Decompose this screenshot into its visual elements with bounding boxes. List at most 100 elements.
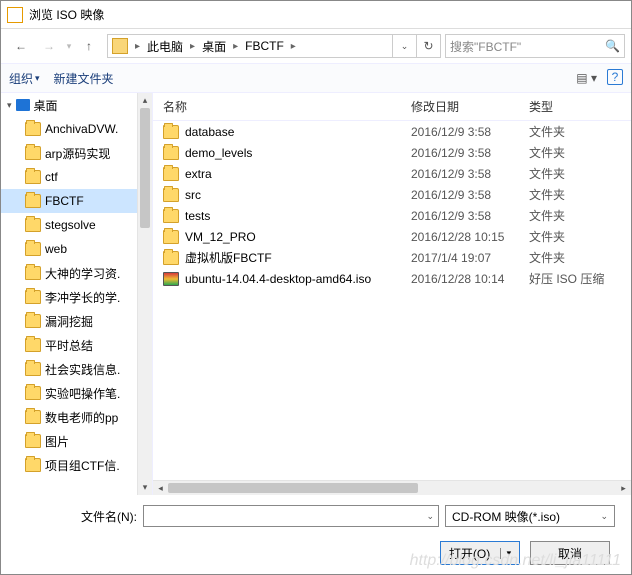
tree-item[interactable]: web	[1, 237, 152, 261]
breadcrumb-item[interactable]: FBCTF	[241, 35, 288, 57]
open-button[interactable]: 打开(O) ▾	[440, 541, 520, 565]
scroll-left-icon[interactable]: ◂	[153, 481, 168, 495]
folder-icon	[25, 194, 41, 208]
folder-icon	[25, 386, 41, 400]
file-row[interactable]: VM_12_PRO2016/12/28 10:15文件夹	[153, 226, 631, 247]
breadcrumb[interactable]: ▸ 此电脑 ▸ 桌面 ▸ FBCTF ▸ ⌄ ↻	[107, 34, 441, 58]
search-input[interactable]: 搜索"FBCTF" 🔍	[445, 34, 625, 58]
new-folder-button[interactable]: 新建文件夹	[54, 70, 114, 87]
dropdown-icon[interactable]: ⌄	[392, 34, 416, 58]
view-button[interactable]: ▤ ▾	[572, 69, 601, 87]
back-button[interactable]: ←	[7, 32, 35, 60]
scrollbar-thumb[interactable]	[140, 108, 150, 228]
desktop-icon	[16, 99, 30, 111]
nav-row: ← → ▾ ↑ ▸ 此电脑 ▸ 桌面 ▸ FBCTF ▸ ⌄ ↻ 搜索"FBCT…	[1, 29, 631, 63]
filename-input[interactable]: ⌄	[143, 505, 439, 527]
chevron-right-icon[interactable]: ▸	[132, 41, 143, 52]
forward-button[interactable]: →	[35, 32, 63, 60]
scrollbar-thumb[interactable]	[168, 483, 418, 493]
tree-item[interactable]: 实验吧操作笔.	[1, 381, 152, 405]
tree-item[interactable]: 项目组CTF信.	[1, 453, 152, 477]
folder-icon	[25, 314, 41, 328]
folder-icon	[25, 458, 41, 472]
organize-menu[interactable]: 组织 ▾	[9, 70, 40, 87]
scroll-right-icon[interactable]: ▸	[616, 481, 631, 495]
search-icon: 🔍	[605, 39, 620, 53]
folder-icon	[163, 167, 179, 181]
folder-icon	[163, 230, 179, 244]
file-row[interactable]: demo_levels2016/12/9 3:58文件夹	[153, 142, 631, 163]
help-button[interactable]: ?	[607, 69, 623, 85]
toolbar: 组织 ▾ 新建文件夹 ▤ ▾ ?	[1, 63, 631, 93]
tree-desktop[interactable]: ▾ 桌面	[1, 93, 152, 117]
chevron-down-icon: ▾	[35, 73, 40, 84]
chevron-right-icon[interactable]: ▸	[230, 41, 241, 52]
column-name[interactable]: 名称	[153, 98, 411, 115]
column-date[interactable]: 修改日期	[411, 98, 529, 115]
folder-icon	[25, 170, 41, 184]
file-row[interactable]: ubuntu-14.04.4-desktop-amd64.iso2016/12/…	[153, 268, 631, 289]
chevron-down-icon[interactable]: ⌄	[600, 511, 608, 522]
filename-label: 文件名(N):	[17, 508, 137, 525]
tree-item[interactable]: AnchivaDVW.	[1, 117, 152, 141]
tree-item[interactable]: 李冲学长的学.	[1, 285, 152, 309]
body: ▾ 桌面AnchivaDVW.arp源码实现ctfFBCTFstegsolvew…	[1, 93, 631, 495]
tree-item[interactable]: 数电老师的pp	[1, 405, 152, 429]
tree-item[interactable]: 社会实践信息.	[1, 357, 152, 381]
chevron-right-icon[interactable]: ▸	[187, 41, 198, 52]
folder-icon	[25, 338, 41, 352]
tree-panel: ▾ 桌面AnchivaDVW.arp源码实现ctfFBCTFstegsolvew…	[1, 93, 153, 495]
chevron-right-icon[interactable]: ▸	[288, 41, 299, 52]
folder-icon	[163, 146, 179, 160]
file-row[interactable]: src2016/12/9 3:58文件夹	[153, 184, 631, 205]
folder-icon	[25, 218, 41, 232]
tree-item[interactable]: 漏洞挖掘	[1, 309, 152, 333]
folder-icon	[163, 188, 179, 202]
file-row[interactable]: tests2016/12/9 3:58文件夹	[153, 205, 631, 226]
file-row[interactable]: 虚拟机版FBCTF2017/1/4 19:07文件夹	[153, 247, 631, 268]
folder-icon	[25, 122, 41, 136]
tree-item[interactable]: 图片	[1, 429, 152, 453]
breadcrumb-item[interactable]: 桌面	[198, 35, 230, 57]
folder-icon	[163, 209, 179, 223]
cancel-button[interactable]: 取消	[530, 541, 610, 565]
folder-icon	[25, 362, 41, 376]
column-headers: 名称 修改日期 类型	[153, 93, 631, 121]
footer: 文件名(N): ⌄ CD-ROM 映像(*.iso) ⌄ 打开(O) ▾ 取消	[1, 495, 631, 567]
filetype-filter[interactable]: CD-ROM 映像(*.iso) ⌄	[445, 505, 615, 527]
horizontal-scrollbar[interactable]: ◂ ▸	[153, 480, 631, 495]
folder-icon	[163, 251, 179, 265]
folder-icon	[25, 410, 41, 424]
refresh-button[interactable]: ↻	[416, 34, 440, 58]
up-button[interactable]: ↑	[75, 32, 103, 60]
tree-item[interactable]: stegsolve	[1, 213, 152, 237]
tree-item[interactable]: 大神的学习资.	[1, 261, 152, 285]
file-list-panel: 名称 修改日期 类型 database2016/12/9 3:58文件夹demo…	[153, 93, 631, 495]
folder-icon	[112, 38, 128, 54]
tree-item[interactable]: FBCTF	[1, 189, 152, 213]
app-icon	[7, 7, 23, 23]
folder-icon	[25, 242, 41, 256]
folder-icon	[25, 266, 41, 280]
folder-icon	[25, 290, 41, 304]
breadcrumb-item[interactable]: 此电脑	[143, 35, 187, 57]
search-placeholder: 搜索"FBCTF"	[450, 38, 521, 55]
window-title: 浏览 ISO 映像	[29, 6, 104, 23]
tree-item[interactable]: 平时总结	[1, 333, 152, 357]
folder-icon	[163, 125, 179, 139]
history-dropdown-icon[interactable]: ▾	[63, 32, 75, 60]
column-type[interactable]: 类型	[529, 98, 631, 115]
tree-item[interactable]: ctf	[1, 165, 152, 189]
split-arrow-icon: ▾	[500, 548, 512, 559]
titlebar: 浏览 ISO 映像	[1, 1, 631, 29]
iso-icon	[163, 272, 179, 286]
scroll-up-icon[interactable]: ▴	[138, 93, 152, 108]
folder-icon	[25, 146, 41, 160]
chevron-down-icon[interactable]: ⌄	[426, 511, 434, 522]
scroll-down-icon[interactable]: ▾	[138, 480, 152, 495]
tree-item[interactable]: arp源码实现	[1, 141, 152, 165]
vertical-scrollbar[interactable]: ▴ ▾	[137, 93, 152, 495]
file-row[interactable]: extra2016/12/9 3:58文件夹	[153, 163, 631, 184]
folder-icon	[25, 434, 41, 448]
file-row[interactable]: database2016/12/9 3:58文件夹	[153, 121, 631, 142]
